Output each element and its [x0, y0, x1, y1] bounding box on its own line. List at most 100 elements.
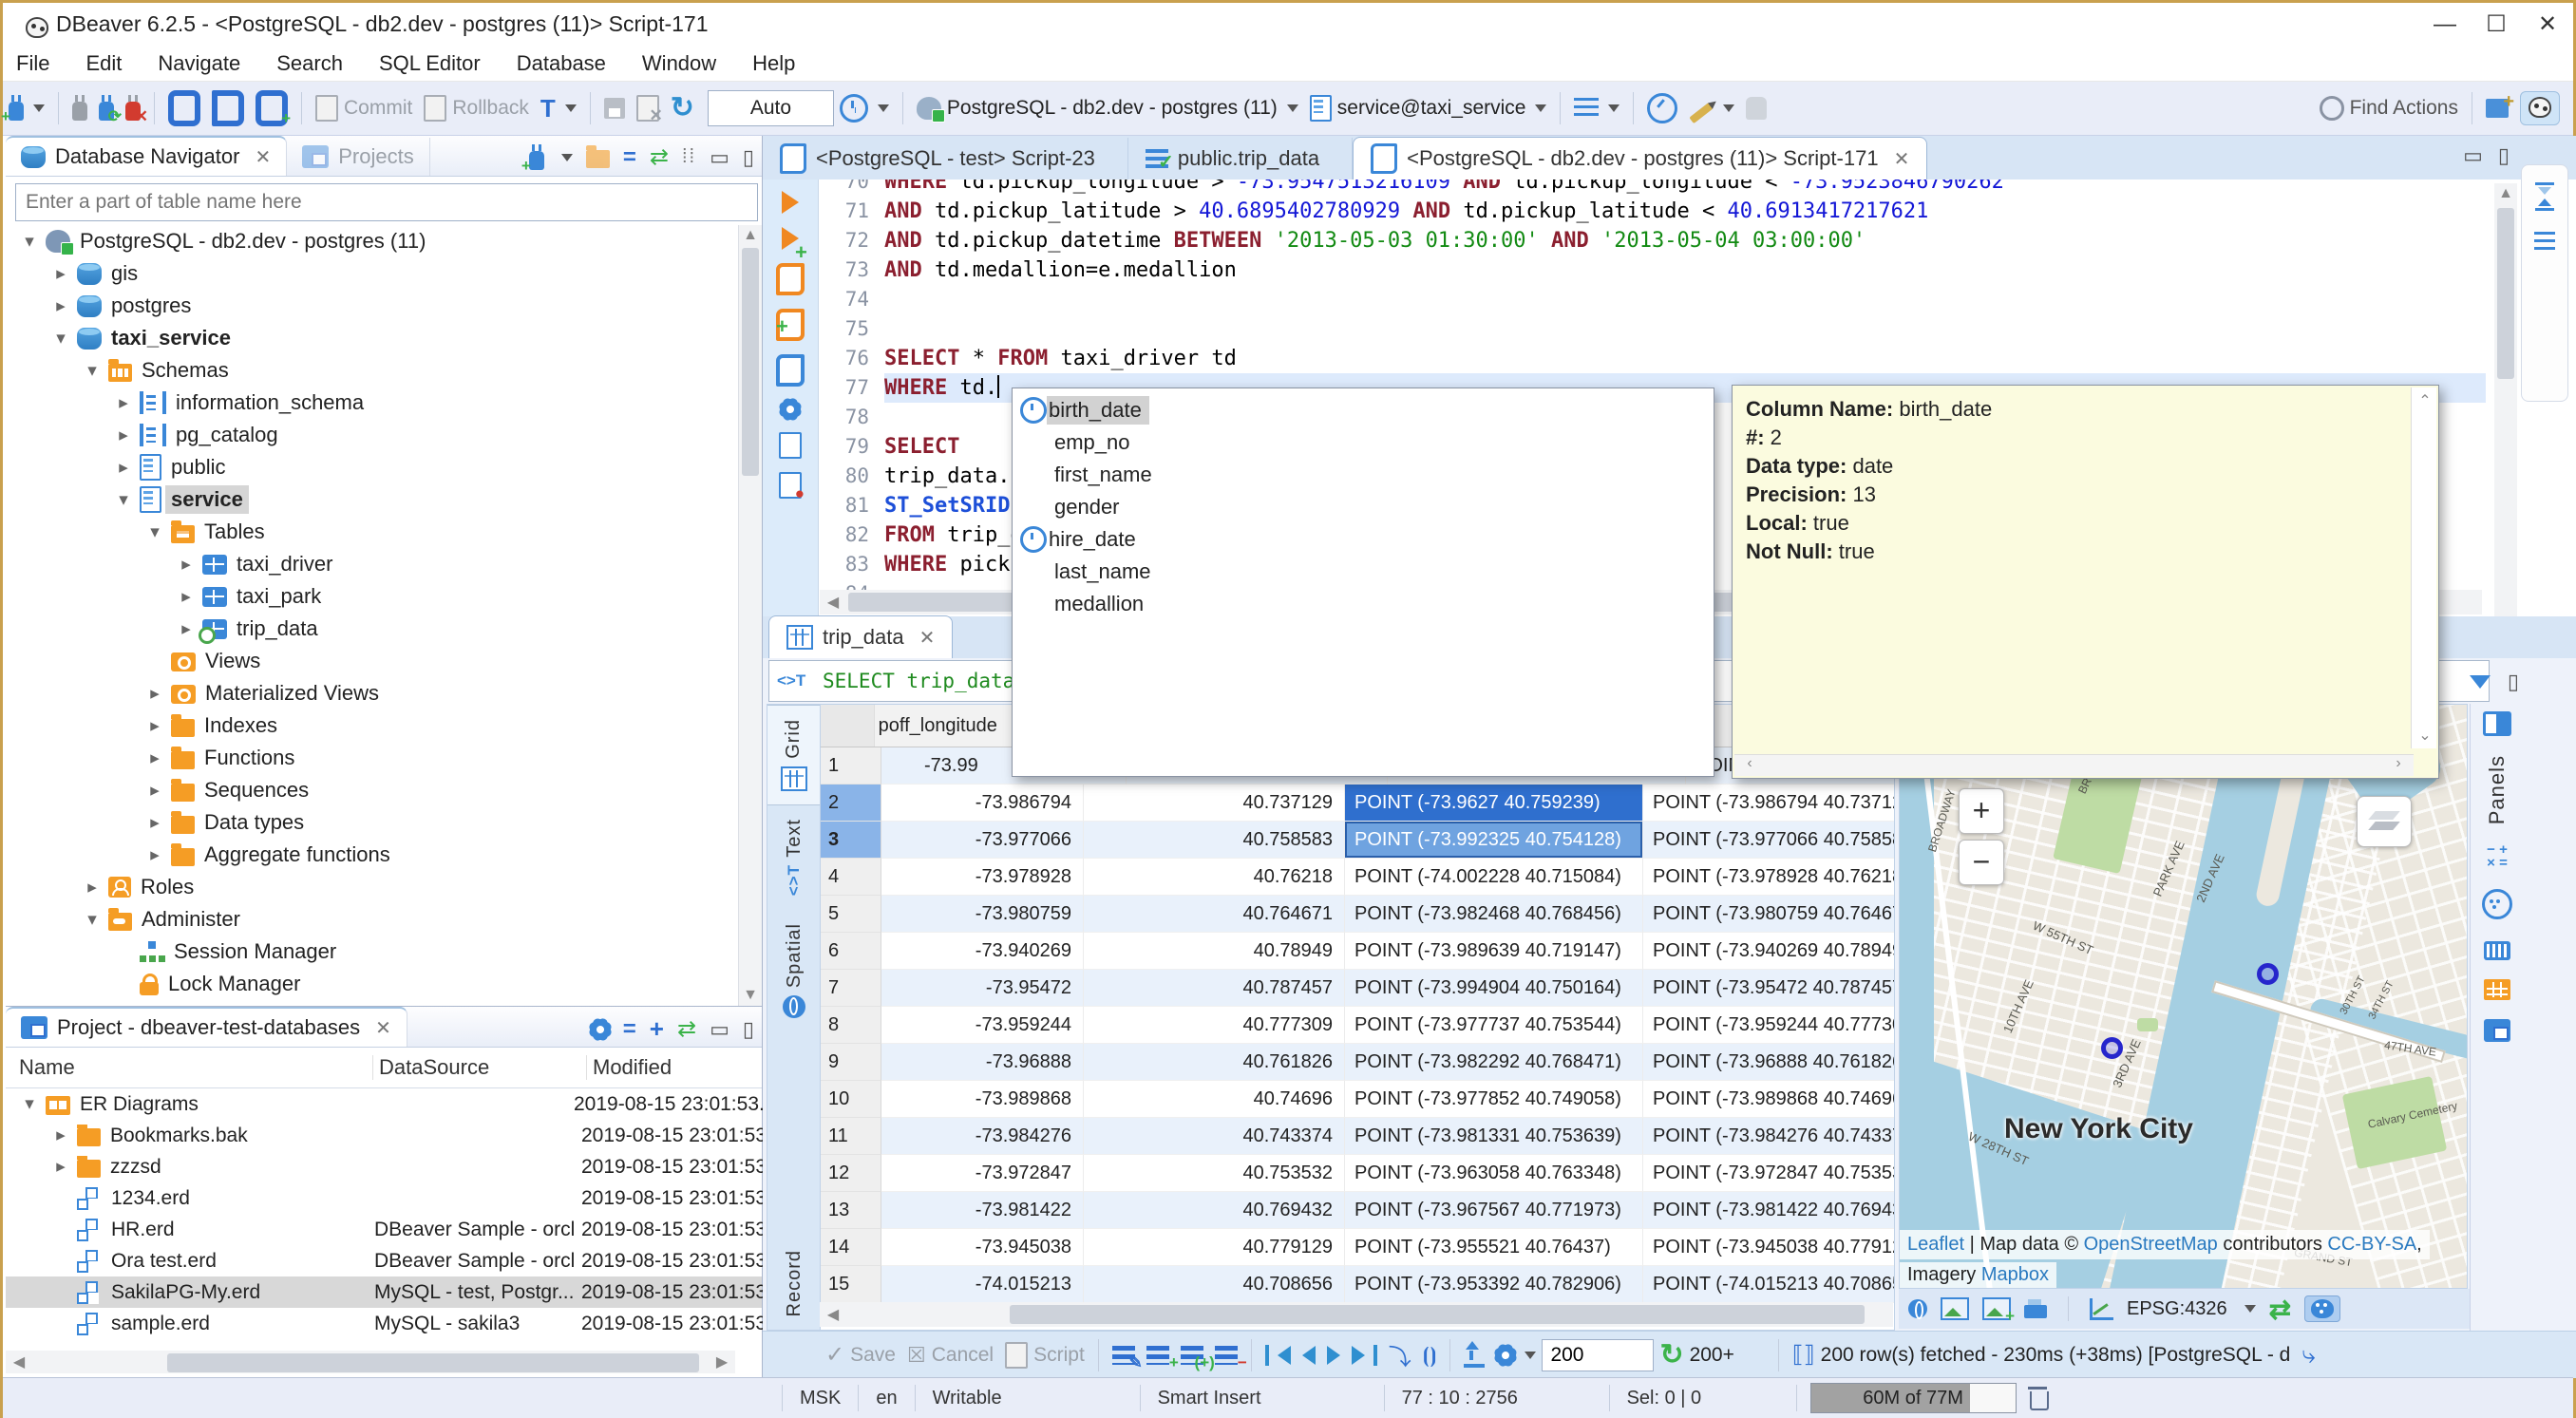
add-row-button[interactable]: +	[1146, 1346, 1169, 1365]
tree-item[interactable]: Lock Manager	[6, 968, 735, 1000]
grid-cell[interactable]: POINT (-73.978928 40.76218)	[1643, 859, 1895, 896]
expander-icon[interactable]: ▸	[170, 618, 202, 640]
minimize-panel-icon[interactable]: ▭	[710, 1017, 729, 1042]
table-row[interactable]: 10-73.98986840.74696POINT (-73.977852 40…	[821, 1081, 1894, 1118]
sql-line[interactable]: 70WHERE td.pickup_longitude > -73.954751…	[818, 180, 2486, 197]
grid-cell[interactable]: -73.95472	[881, 970, 1084, 1007]
commit-button[interactable]: Commit	[315, 95, 412, 122]
grid-cell[interactable]: POINT (-73.972847 40.753532)	[1643, 1155, 1895, 1192]
expander-icon[interactable]: ▸	[139, 715, 171, 737]
grid-cell[interactable]: POINT (-73.977852 40.749058)	[1345, 1081, 1643, 1118]
tree-item[interactable]: ▸ pg_catalog	[6, 419, 735, 451]
sql-line-code[interactable]: ST_SetSRID(	[884, 491, 1023, 520]
expander-icon[interactable]: ▸	[76, 877, 108, 898]
collapse-all-icon[interactable]: =	[623, 1016, 636, 1043]
row-number-cell[interactable]: 1	[821, 747, 881, 785]
expander-icon[interactable]: ▸	[45, 263, 77, 285]
flip-coordinates-icon[interactable]: ⇄	[2269, 1294, 2291, 1325]
calculator-panel-icon[interactable]: − +× =	[2483, 843, 2511, 870]
row-number-cell[interactable]: 14	[821, 1229, 881, 1266]
grid-cell[interactable]: POINT (-73.963058 40.763348)	[1345, 1155, 1643, 1192]
maximize-panel-icon[interactable]: ▯	[743, 1017, 754, 1042]
new-transaction-button[interactable]: +	[256, 90, 288, 126]
grid-cell[interactable]: -73.980759	[881, 896, 1084, 933]
grid-cell[interactable]: POINT (-73.981331 40.753639)	[1345, 1118, 1643, 1155]
autocomplete-item[interactable]: last_name	[1013, 556, 1714, 588]
navigator-scrollbar[interactable]: ▲ ▼	[738, 225, 762, 1006]
grid-cell[interactable]: -73.981422	[881, 1192, 1084, 1229]
link-with-editor-icon[interactable]: ⇄	[677, 1015, 696, 1043]
tree-item[interactable]: ▸ Functions	[6, 742, 735, 774]
grid-cell[interactable]: 40.769432	[1084, 1192, 1345, 1229]
sql-line[interactable]: 75	[818, 314, 2486, 344]
grid-cell[interactable]: 40.74696	[1084, 1081, 1345, 1118]
grid-cell[interactable]: POINT (-73.977066 40.758583)	[1643, 822, 1895, 859]
epsg-selector[interactable]: EPSG:4326	[2127, 1298, 2227, 1320]
grid-cell[interactable]: POINT (-73.989868 40.74696)	[1643, 1081, 1895, 1118]
grid-cell[interactable]: 40.708656	[1084, 1266, 1345, 1303]
save-button[interactable]	[604, 98, 625, 119]
tree-item[interactable]: ▸ Sequences	[6, 774, 735, 806]
column-header-datasource[interactable]: DataSource	[372, 1055, 586, 1080]
table-row[interactable]: 8-73.95924440.777309POINT (-73.977737 40…	[821, 1007, 1894, 1044]
sql-line[interactable]: 72AND td.pickup_datetime BETWEEN '2013-0…	[818, 226, 2486, 255]
row-number-cell[interactable]: 13	[821, 1192, 881, 1229]
map-style-button[interactable]	[2304, 1295, 2340, 1322]
tree-item[interactable]: ▾ Administer	[6, 903, 735, 936]
grid-cell[interactable]: 40.78949	[1084, 933, 1345, 970]
close-icon[interactable]: ✕	[375, 1016, 391, 1040]
sql-line-code[interactable]: AND td.medallion=e.medallion	[884, 255, 1237, 285]
minimize-panel-icon[interactable]: ▭	[710, 145, 729, 170]
grid-cell[interactable]: POINT (-73.945038 40.779129)	[1643, 1229, 1895, 1266]
row-number-cell[interactable]: 5	[821, 896, 881, 933]
sql-line-code[interactable]: AND td.pickup_datetime BETWEEN '2013-05-…	[884, 226, 1866, 255]
project-hscrollbar[interactable]: ◀ ▶	[6, 1351, 735, 1373]
row-number-cell[interactable]: 7	[821, 970, 881, 1007]
grid-cell[interactable]: 40.764671	[1084, 896, 1345, 933]
grouping-panel-icon[interactable]	[2482, 889, 2512, 919]
memory-gauge[interactable]: 60M of 77M	[1810, 1383, 2017, 1413]
menu-item[interactable]: Edit	[85, 51, 122, 76]
execute-script-icon[interactable]	[776, 263, 805, 295]
grid-cell[interactable]: -73.989868	[881, 1081, 1084, 1118]
spatial-map-view[interactable]: BROADWAYBROADWAYPARK AVE2ND AVE3RD AVEW …	[1899, 704, 2468, 1289]
grid-cell[interactable]: -73.96888	[881, 1044, 1084, 1081]
expander-icon[interactable]: ▾	[139, 521, 171, 543]
grid-cell[interactable]: POINT (-73.955521 40.76437)	[1345, 1229, 1643, 1266]
row-number-cell[interactable]: 12	[821, 1155, 881, 1192]
panels-settings-icon[interactable]	[2483, 711, 2511, 736]
grid-cell[interactable]: POINT (-73.967567 40.771973)	[1345, 1192, 1643, 1229]
tree-item[interactable]: ▾ PostgreSQL - db2.dev - postgres (11)	[6, 225, 735, 257]
editor-tab[interactable]: <PostgreSQL - test> Script-23	[763, 138, 1128, 180]
fetch-size-input[interactable]	[1542, 1339, 1654, 1371]
expander-icon[interactable]: ▸	[170, 554, 202, 576]
editor-settings-gear-icon[interactable]	[778, 397, 803, 422]
reconnect-button[interactable]: ⟳	[99, 96, 114, 121]
active-connection-combo[interactable]: PostgreSQL - db2.dev - postgres (11)	[917, 97, 1298, 120]
row-number-cell[interactable]: 10	[821, 1081, 881, 1118]
grid-cell[interactable]: POINT (-74.015213 40.708656)	[1643, 1266, 1895, 1303]
table-row[interactable]: 13-73.98142240.769432POINT (-73.967567 4…	[821, 1192, 1894, 1229]
tree-item[interactable]: ▸ public	[6, 451, 735, 483]
tree-item[interactable]: ▸ taxi_driver	[6, 548, 735, 580]
grid-cell[interactable]: 40.753532	[1084, 1155, 1345, 1192]
row-number-cell[interactable]: 9	[821, 1044, 881, 1081]
grid-cell[interactable]: POINT (-74.002228 40.715084)	[1345, 859, 1643, 896]
connect-plug-add-icon[interactable]: +	[529, 151, 544, 170]
transaction-filter-button[interactable]: T	[540, 94, 577, 123]
grid-cell[interactable]: -73.978928	[881, 859, 1084, 896]
view-list-button[interactable]	[1574, 98, 1619, 119]
duplicate-row-button[interactable]: (+)	[1181, 1346, 1203, 1365]
row-number-cell[interactable]: 8	[821, 1007, 881, 1044]
grid-cell[interactable]: -73.977066	[881, 822, 1084, 859]
close-icon[interactable]: ✕	[255, 145, 271, 169]
map-zoom-out-button[interactable]: −	[1959, 840, 2004, 885]
grid-cell[interactable]: POINT (-73.981422 40.769432)	[1643, 1192, 1895, 1229]
grid-cell[interactable]: POINT (-73.982468 40.768456)	[1345, 896, 1643, 933]
fetch-more-button[interactable]: ↻200+	[1659, 1343, 1733, 1368]
table-row[interactable]: 3-73.97706640.758583POINT (-73.992325 40…	[821, 822, 1894, 859]
grid-corner-cell[interactable]	[821, 705, 875, 747]
collapse-all-icon[interactable]: =	[623, 144, 636, 171]
tree-item[interactable]: ▸ Roles	[6, 871, 735, 903]
transaction-mode-button[interactable]	[168, 90, 200, 126]
